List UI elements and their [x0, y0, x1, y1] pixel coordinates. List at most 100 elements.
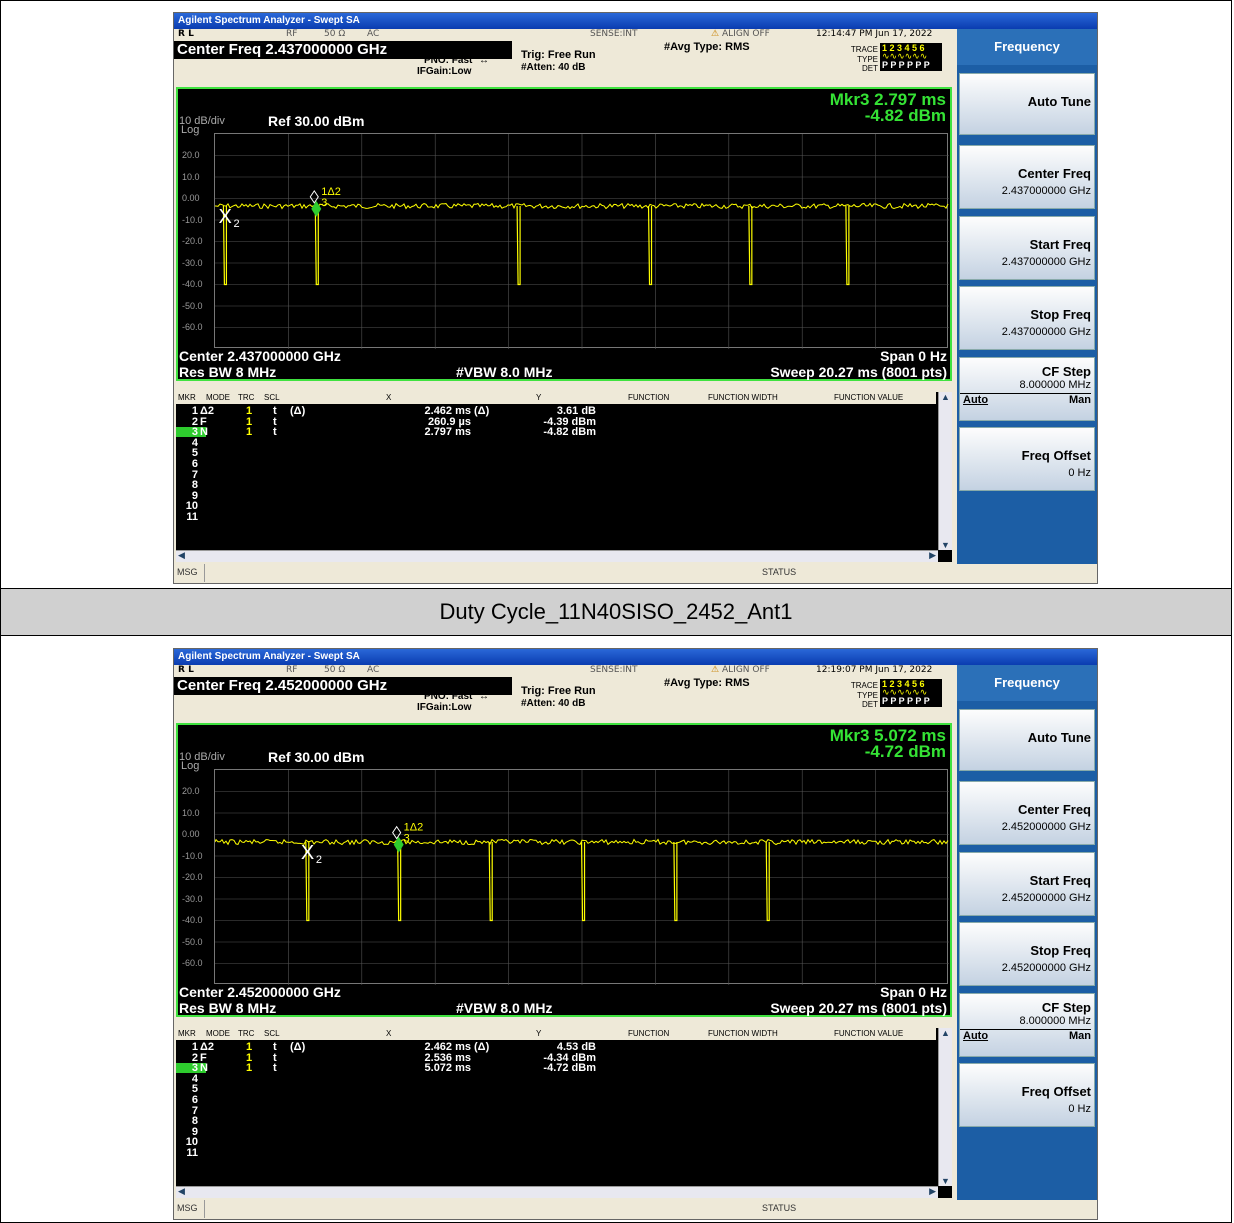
scroll-right-icon[interactable]: ▶ [929, 550, 936, 561]
horizontal-scrollbar[interactable]: ◀ ▶ [176, 550, 938, 562]
vertical-scrollbar[interactable]: ▲ ▼ [938, 1028, 952, 1186]
y-tick-label: -10.0 [182, 850, 203, 861]
scroll-right-icon[interactable]: ▶ [929, 1186, 936, 1197]
table-row[interactable]: 10 [176, 1137, 936, 1148]
caption-text: Duty Cycle_11N40SISO_2452_Ant1 [439, 599, 793, 624]
table-row[interactable]: 11 [176, 512, 936, 523]
cell-mode: Δ2 [200, 405, 215, 417]
cell-trc: 1 [246, 405, 253, 417]
table-row[interactable]: 4 [176, 437, 936, 448]
auto-tune-button[interactable]: Auto Tune [959, 709, 1095, 771]
table-row[interactable]: 5 [176, 448, 936, 459]
trace-dip [488, 842, 493, 922]
table-row[interactable]: 7 [176, 468, 936, 481]
table-row[interactable]: 3 N 1 t 5.072 ms -4.72 dBm [176, 1062, 936, 1075]
pno-label: PNO: Fast [424, 691, 473, 702]
column-header: X [386, 1029, 392, 1038]
msg-label: MSG [177, 567, 198, 577]
horizontal-scrollbar[interactable]: ◀ ▶ [176, 1186, 938, 1198]
marker-3-diamond-icon [311, 200, 322, 217]
scroll-left-icon[interactable]: ◀ [178, 1186, 185, 1197]
trace-dip [516, 206, 521, 286]
y-tick-label: 10.0 [182, 807, 200, 818]
table-row[interactable]: 2 F 1 t 2.536 ms -4.34 dBm [176, 1052, 936, 1063]
marker-2-x-icon: X [218, 206, 231, 228]
cell-trc: 1 [246, 1062, 253, 1075]
cell-y: 4.53 dB [556, 1041, 596, 1053]
auto-man-toggle[interactable]: Auto Man [960, 1029, 1091, 1042]
scroll-up-icon[interactable]: ▲ [941, 1028, 950, 1038]
auto-option[interactable]: Auto [963, 394, 988, 406]
center-freq-button[interactable]: Center Freq 2.452000000 GHz [959, 781, 1095, 845]
sweep-arrow-icon: ↔ [479, 55, 489, 66]
marker-2-x-icon: X [301, 842, 314, 864]
stop-freq-button[interactable]: Stop Freq 2.437000000 GHz [959, 286, 1095, 350]
avg-type-label: #Avg Type: RMS [664, 677, 750, 689]
plot-grid: X 2 1Δ2 3 [214, 769, 949, 985]
cell-n: 1 [191, 405, 198, 417]
cf-step-button[interactable]: CF Step 8.000000 MHz Auto Man [959, 357, 1095, 421]
freq-offset-button[interactable]: Freq Offset 0 Hz [959, 1063, 1095, 1127]
table-header: MKR MODE TRC SCL X Y FUNCTION FUNCTION WIDTH FUN… [176, 392, 936, 404]
start-freq-button[interactable]: Start Freq 2.452000000 GHz [959, 852, 1095, 916]
cell-x: 2.797 ms [424, 426, 471, 439]
auto-man-toggle[interactable]: Auto Man [960, 393, 1091, 406]
trace-dip [647, 206, 653, 286]
center-freq-button[interactable]: Center Freq 2.437000000 GHz [959, 145, 1095, 209]
marker-readout-y: -4.82 dBm [864, 106, 946, 125]
start-freq-button[interactable]: Start Freq 2.437000000 GHz [959, 216, 1095, 280]
trigger-label: Trig: Free Run [521, 685, 596, 697]
scroll-up-icon[interactable]: ▲ [941, 392, 950, 402]
coupling-label: AC [367, 29, 380, 39]
table-row[interactable]: 9 [176, 1126, 936, 1137]
cf-step-value: 8.000000 MHz [1019, 1015, 1091, 1027]
cell-trc: 1 [246, 415, 253, 428]
stop-freq-button[interactable]: Stop Freq 2.452000000 GHz [959, 922, 1095, 986]
start-freq-key-label: Start Freq [1029, 873, 1091, 888]
cell-scl: t [273, 426, 277, 439]
auto-option[interactable]: Auto [963, 1030, 988, 1042]
table-row[interactable]: 7 [176, 1105, 936, 1116]
cell-n: 7 [191, 468, 198, 481]
table-row[interactable]: 1 Δ2 1 t (Δ) 2.462 ms (Δ) 3.61 dB [176, 405, 936, 417]
trigger-label: Trig: Free Run [521, 49, 596, 61]
scroll-left-icon[interactable]: ◀ [178, 550, 185, 561]
column-header: FUNCTION WIDTH [708, 393, 778, 402]
cf-step-button[interactable]: CF Step 8.000000 MHz Auto Man [959, 993, 1095, 1057]
man-option[interactable]: Man [1069, 394, 1091, 406]
span-label: Span 0 Hz [880, 984, 947, 1000]
scroll-down-icon[interactable]: ▼ [941, 540, 950, 550]
column-header: FUNCTION VALUE [834, 393, 904, 402]
table-row[interactable]: 2 F 1 t 260.9 µs -4.39 dBm [176, 415, 936, 428]
table-row[interactable]: 5 [176, 1084, 936, 1095]
table-row[interactable]: 1 Δ2 1 t (Δ) 2.462 ms (Δ) 4.53 dB [176, 1041, 936, 1053]
stop-freq-key-label: Stop Freq [1030, 307, 1091, 322]
table-row[interactable]: 8 [176, 479, 936, 492]
window-title-text: Agilent Spectrum Analyzer - Swept SA [178, 651, 360, 662]
table-row[interactable]: 9 [176, 490, 936, 501]
status-row: R L RF 50 Ω AC SENSE:INT ⚠ ALIGN OFF 12:… [174, 29, 954, 41]
table-row[interactable]: 6 [176, 1095, 936, 1106]
table-row[interactable]: 10 [176, 501, 936, 512]
table-row[interactable]: 6 [176, 459, 936, 470]
cell-n: 8 [191, 479, 198, 492]
man-option[interactable]: Man [1069, 1030, 1091, 1042]
message-bar: MSG STATUS [174, 1200, 1097, 1218]
table-row[interactable]: 8 [176, 1116, 936, 1127]
cell-d: (Δ) [290, 405, 306, 417]
freq-offset-button[interactable]: Freq Offset 0 Hz [959, 427, 1095, 491]
table-row[interactable]: 3 N 1 t 2.797 ms -4.82 dBm [176, 426, 936, 439]
trace-indicator: 1 2 3 4 5 6 ∿∿∿∿∿∿ P P P P P P [880, 43, 942, 71]
trace-label: TRACE [850, 681, 878, 690]
column-header: FUNCTION [628, 1029, 670, 1038]
table-row[interactable]: 11 [176, 1148, 936, 1159]
impedance-label: 50 Ω [324, 665, 346, 675]
scroll-down-icon[interactable]: ▼ [941, 1176, 950, 1186]
table-row[interactable]: 4 [176, 1073, 936, 1084]
span-label: Span 0 Hz [880, 348, 947, 364]
trace-label: TRACE [850, 45, 878, 54]
auto-tune-button[interactable]: Auto Tune [959, 73, 1095, 135]
vertical-scrollbar[interactable]: ▲ ▼ [938, 392, 952, 550]
start-freq-value: 2.452000000 GHz [1001, 892, 1091, 904]
trace-dip [397, 842, 402, 922]
